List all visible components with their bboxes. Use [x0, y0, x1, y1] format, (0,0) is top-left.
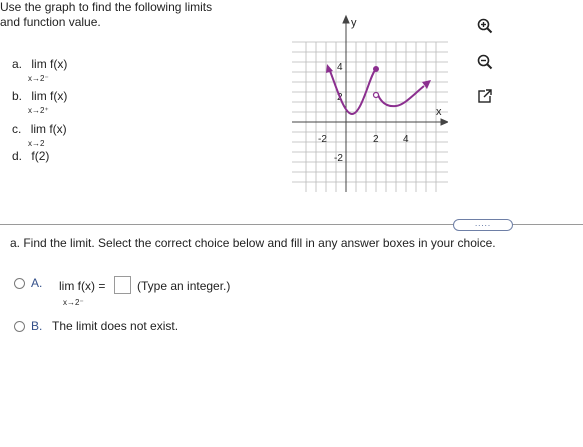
tick-label-y-neg2: -2: [334, 153, 343, 164]
zoom-out-icon[interactable]: [476, 53, 494, 71]
part-b-sub: x→2⁺: [28, 106, 49, 115]
choice-a-sub: x→2⁻: [63, 298, 84, 307]
part-c-sub: x→2: [28, 139, 45, 148]
tick-label-x2: 2: [373, 134, 379, 145]
more-button[interactable]: .....: [453, 219, 513, 231]
open-point: [372, 91, 380, 99]
question-text: a. Find the limit. Select the correct ch…: [10, 236, 496, 250]
choice-b-text[interactable]: The limit does not exist.: [52, 319, 178, 333]
part-b: b. lim f(x): [12, 89, 67, 103]
grid-lines: [292, 41, 448, 192]
part-a: a. lim f(x): [12, 57, 67, 71]
y-axis-arrow-icon: [342, 14, 350, 24]
function-curve: [329, 68, 425, 116]
function-graph: y x 4 2 -2 -2 2 4: [292, 14, 448, 192]
part-d-expr: f(2): [31, 149, 50, 163]
choice-a-hint: (Type an integer.): [137, 279, 231, 293]
choice-b-radio[interactable]: [14, 321, 25, 332]
choice-b-label[interactable]: B.: [31, 319, 42, 333]
curve-left-branch: [329, 68, 377, 116]
tick-label-y4: 4: [337, 62, 343, 73]
tick-label-x4: 4: [403, 134, 409, 145]
part-b-label: b.: [12, 89, 23, 103]
part-a-label: a.: [12, 57, 23, 71]
intro-line-1: Use the graph to find the following limi…: [0, 0, 213, 14]
expand-icon[interactable]: [476, 87, 494, 105]
problem-intro: Use the graph to find the following limi…: [0, 0, 250, 30]
choice-a-expr: lim f(x) =: [59, 279, 106, 293]
choice-a-radio[interactable]: [14, 278, 25, 289]
part-a-sub: x→2⁻: [28, 74, 49, 83]
choice-a-label[interactable]: A.: [31, 276, 42, 290]
curve-right-branch: [377, 85, 425, 108]
part-d: d. f(2): [12, 149, 49, 163]
x-axis-label: x: [436, 106, 442, 118]
part-c-label: c.: [12, 122, 22, 136]
part-c-expr: lim f(x): [30, 122, 67, 136]
zoom-in-icon[interactable]: [476, 17, 494, 35]
y-axis-label: y: [351, 17, 357, 29]
part-a-expr: lim f(x): [31, 57, 68, 71]
closed-point: [373, 66, 379, 72]
tick-label-x-neg2: -2: [318, 134, 327, 145]
axes: [292, 14, 448, 192]
part-d-label: d.: [12, 149, 23, 163]
answer-input[interactable]: [114, 276, 131, 294]
part-c: c. lim f(x): [12, 122, 67, 136]
intro-line-2: and function value.: [0, 15, 101, 29]
part-b-expr: lim f(x): [31, 89, 68, 103]
x-axis-arrow-icon: [440, 118, 448, 126]
